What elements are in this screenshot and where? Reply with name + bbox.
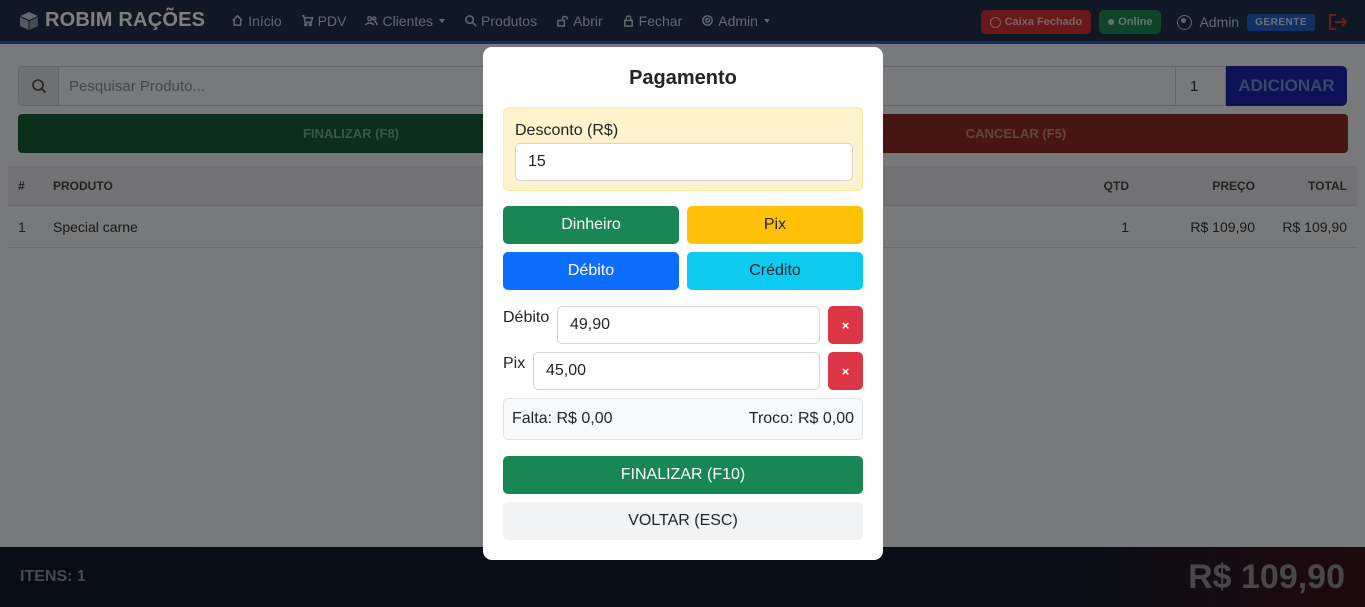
finalize-payment-button[interactable]: FINALIZAR (F10)	[503, 456, 863, 494]
payment-debit-amount[interactable]: 49,90	[557, 306, 820, 344]
payment-debit-label: Débito	[503, 309, 550, 326]
back-button[interactable]: VOLTAR (ESC)	[503, 502, 863, 540]
modal-title: Pagamento	[629, 67, 737, 89]
close-icon: ×	[841, 363, 850, 379]
payment-pix-label: Pix	[503, 355, 526, 372]
remove-debit-button[interactable]: ×	[828, 306, 863, 344]
discount-label: Desconto (R$)	[515, 122, 619, 139]
discount-input[interactable]: 15	[515, 143, 853, 181]
payment-modal: Pagamento Desconto (R$) 15 Dinheiro Pix …	[483, 47, 883, 560]
debit-button[interactable]: Débito	[503, 252, 679, 290]
close-icon: ×	[841, 317, 850, 333]
payment-summary: Falta: R$ 0,00 Troco: R$ 0,00	[503, 398, 863, 440]
payment-pix-amount[interactable]: 45,00	[533, 352, 820, 390]
change-amount: Troco: R$ 0,00	[748, 410, 854, 427]
pix-button[interactable]: Pix	[687, 206, 863, 244]
remove-pix-button[interactable]: ×	[828, 352, 863, 390]
missing-amount: Falta: R$ 0,00	[512, 410, 613, 427]
credit-button[interactable]: Crédito	[687, 252, 863, 290]
cash-button[interactable]: Dinheiro	[503, 206, 679, 244]
discount-section: Desconto (R$) 15	[503, 107, 863, 191]
